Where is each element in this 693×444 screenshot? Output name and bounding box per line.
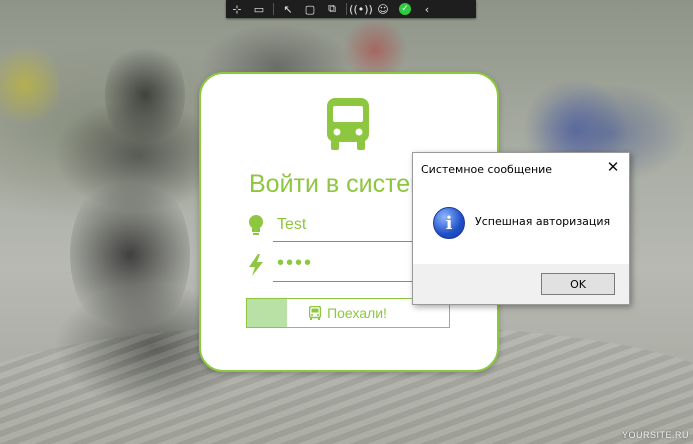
info-icon: i xyxy=(433,207,465,239)
square-icon[interactable]: ▢ xyxy=(299,0,321,18)
dialog-body: i Успешная авторизация xyxy=(413,183,629,263)
camera-icon[interactable]: ▭ xyxy=(248,0,270,18)
check-icon[interactable]: ✓ xyxy=(394,0,416,18)
accessibility-icon[interactable]: ☺ xyxy=(372,0,394,18)
dialog-message: Успешная авторизация xyxy=(475,215,611,228)
rider-left-top xyxy=(105,40,185,150)
screen-capture-icon[interactable]: ⧉ xyxy=(321,0,343,18)
password-underline xyxy=(273,281,417,282)
lightbulb-icon xyxy=(249,215,263,235)
rider-top-center xyxy=(340,20,410,80)
cursor-plus-icon[interactable]: ⊹ xyxy=(226,0,248,18)
message-dialog: Системное сообщение ✕ i Успешная авториз… xyxy=(412,152,630,305)
toolbar-divider xyxy=(273,3,274,15)
submit-label: Поехали! xyxy=(327,305,387,321)
lightning-icon xyxy=(249,254,263,276)
login-field[interactable]: Test xyxy=(247,212,417,242)
watermark: YOURSITE.RU xyxy=(621,430,689,440)
bus-icon xyxy=(309,306,322,320)
bus-icon xyxy=(327,98,369,150)
toolbar-divider xyxy=(346,3,347,15)
dialog-title: Системное сообщение xyxy=(421,163,553,176)
password-field[interactable]: •••• xyxy=(247,252,417,282)
wireless-icon[interactable]: ((•)) xyxy=(349,0,373,18)
login-underline xyxy=(273,241,417,242)
capture-toolbar: ⊹ ▭ ↖ ▢ ⧉ ((•)) ☺ ✓ ‹ xyxy=(226,0,476,18)
rider-left-bottom xyxy=(70,170,190,340)
password-value[interactable]: •••• xyxy=(277,252,313,275)
login-title: Войти в систему xyxy=(249,170,419,198)
login-value[interactable]: Test xyxy=(277,216,306,234)
chevron-left-icon[interactable]: ‹ xyxy=(416,0,438,18)
rider-yellow xyxy=(0,40,60,130)
close-icon[interactable]: ✕ xyxy=(605,158,621,176)
ok-button[interactable]: OK xyxy=(541,273,615,295)
pointer-icon[interactable]: ↖ xyxy=(277,0,299,18)
dialog-footer: OK xyxy=(413,264,629,304)
